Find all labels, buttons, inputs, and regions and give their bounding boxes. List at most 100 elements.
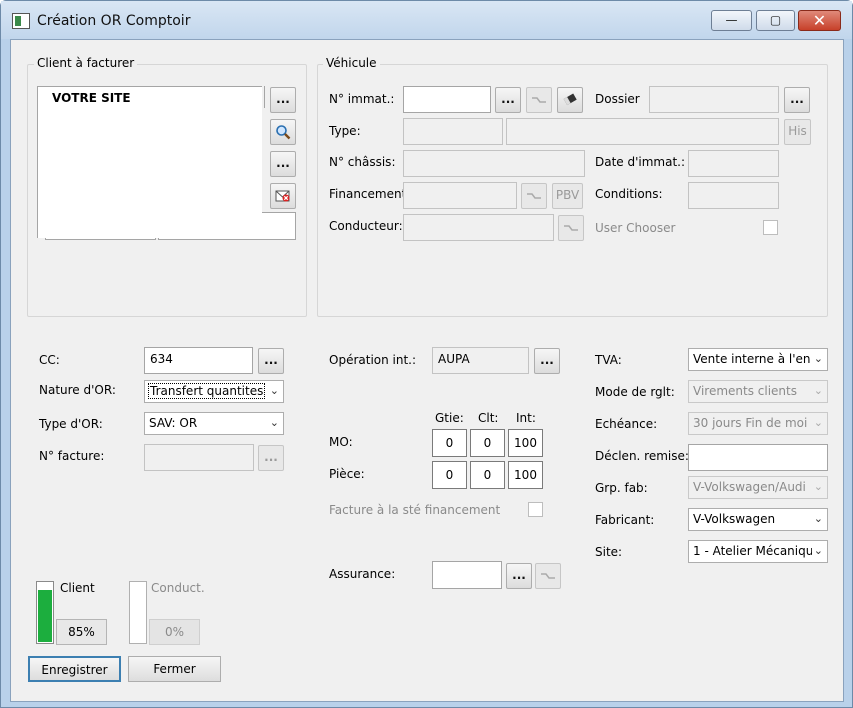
operation-input: AUPA: [432, 347, 529, 374]
col-clt-label: Clt:: [478, 411, 499, 425]
close-dialog-button[interactable]: Fermer: [128, 656, 221, 682]
assurance-more-button[interactable]: ...: [506, 563, 532, 589]
operation-more-button[interactable]: ...: [534, 348, 560, 374]
vehicule-group-legend: Véhicule: [323, 56, 380, 70]
type-desc-input: [506, 118, 779, 145]
chevron-down-icon: ⌄: [811, 480, 823, 493]
mo-int-input[interactable]: 100: [508, 429, 543, 457]
pbv-button: PBV: [552, 183, 583, 209]
dossier-input: [649, 86, 779, 113]
facture-fin-checkbox[interactable]: [528, 502, 543, 517]
save-button[interactable]: Enregistrer: [28, 656, 121, 682]
grp-select: V-Volkswagen/Audi ⌄: [688, 476, 828, 499]
dialog-body: Client à facturer VOTRE SITE ... ... Véh…: [10, 39, 844, 702]
nature-label: Nature d'OR:: [39, 383, 116, 397]
app-icon: [12, 13, 30, 29]
facture-more-button: ...: [258, 445, 284, 471]
financement-link-button: [521, 183, 547, 209]
type-or-select[interactable]: SAV: OR ⌄: [144, 412, 284, 435]
assurance-input[interactable]: [432, 561, 502, 589]
conducteur-link-button: [558, 215, 584, 241]
fabricant-select[interactable]: V-Volkswagen ⌄: [688, 508, 828, 531]
window-title: Création OR Comptoir: [37, 13, 191, 29]
chevron-down-icon: ⌄: [811, 352, 823, 365]
declen-label: Déclen. remise:: [595, 449, 689, 463]
title-bar: Création OR Comptoir — ▢ ✕: [1, 1, 852, 39]
mo-gtie-input[interactable]: 0: [432, 429, 467, 457]
mode-label: Mode de rglt:: [595, 385, 675, 399]
piece-clt-input[interactable]: 0: [470, 461, 505, 489]
client-gauge-percent: 85%: [56, 619, 107, 645]
mode-select: Virements clients ⌄: [688, 380, 828, 403]
echeance-label: Echéance:: [595, 417, 658, 431]
chevron-down-icon: ⌄: [811, 416, 823, 429]
conduct-gauge-label: Conduct.: [151, 581, 205, 595]
nature-select[interactable]: Transfert quantites ⌄: [144, 380, 284, 403]
col-int-label: Int:: [516, 411, 536, 425]
type-code-input: [403, 118, 503, 145]
link-icon: [564, 224, 578, 231]
chevron-down-icon: ⌄: [269, 384, 279, 397]
client-more-button-2[interactable]: ...: [270, 151, 296, 177]
nature-value: Transfert quantites: [147, 383, 266, 399]
piece-int-input[interactable]: 100: [508, 461, 543, 489]
tva-label: TVA:: [595, 353, 622, 367]
tva-value: Vente interne à l'en: [693, 352, 811, 366]
echeance-value: 30 jours Fin de moi: [693, 416, 808, 430]
client-delete-button[interactable]: [270, 183, 296, 209]
link-icon: [527, 192, 541, 199]
fabricant-value: V-Volkswagen: [693, 512, 776, 526]
assurance-label: Assurance:: [329, 567, 396, 581]
col-gtie-label: Gtie:: [435, 411, 464, 425]
site-select[interactable]: 1 - Atelier Mécaniqu ⌄: [688, 540, 828, 563]
his-button: His: [784, 119, 811, 145]
client-gauge-fill: [38, 590, 52, 642]
window-frame: Création OR Comptoir — ▢ ✕ Client à fact…: [0, 0, 853, 708]
type-or-label: Type d'OR:: [39, 417, 103, 431]
dossier-more-button[interactable]: ...: [784, 87, 810, 113]
cc-label: CC:: [39, 353, 60, 367]
mo-label: MO:: [329, 435, 353, 449]
facture-label: N° facture:: [39, 449, 105, 463]
fabricant-label: Fabricant:: [595, 513, 655, 527]
envelope-delete-icon: [275, 190, 290, 201]
link-icon: [541, 572, 555, 579]
mo-clt-input[interactable]: 0: [470, 429, 505, 457]
client-address-box[interactable]: VOTRE SITE: [37, 86, 262, 238]
conditions-label: Conditions:: [595, 187, 663, 201]
immat-tag-button[interactable]: [557, 87, 583, 113]
cc-more-button[interactable]: ...: [258, 348, 284, 374]
declen-input[interactable]: [688, 444, 828, 471]
maximize-icon: ▢: [769, 13, 782, 27]
financement-label: Financement: [329, 187, 407, 201]
client-gauge-label: Client: [60, 581, 95, 595]
site-value: 1 - Atelier Mécaniqu: [693, 544, 814, 558]
maximize-button[interactable]: ▢: [756, 10, 795, 31]
close-icon: ✕: [812, 11, 827, 30]
piece-gtie-input[interactable]: 0: [432, 461, 467, 489]
chevron-down-icon: ⌄: [811, 384, 823, 397]
user-chooser-checkbox[interactable]: [763, 220, 778, 235]
conditions-input: [688, 182, 779, 209]
piece-label: Pièce:: [329, 467, 365, 481]
immat-input[interactable]: [403, 86, 491, 113]
cc-input[interactable]: 634: [144, 347, 253, 374]
echeance-select: 30 jours Fin de moi ⌄: [688, 412, 828, 435]
tva-select[interactable]: Vente interne à l'en ⌄: [688, 348, 828, 371]
client-name: VOTRE SITE: [52, 91, 131, 105]
close-button[interactable]: ✕: [798, 10, 841, 31]
conduct-gauge: [129, 581, 147, 644]
chassis-input: [403, 150, 585, 177]
mode-value: Virements clients: [693, 384, 797, 398]
chevron-down-icon: ⌄: [813, 512, 823, 525]
date-immat-label: Date d'immat.:: [595, 155, 686, 169]
facture-input: [144, 444, 254, 471]
conduct-gauge-percent: 0%: [149, 619, 200, 645]
minimize-icon: —: [725, 13, 738, 27]
client-search-button[interactable]: [270, 119, 296, 145]
magnifier-icon: [276, 124, 291, 139]
client-more-button[interactable]: ...: [270, 87, 296, 113]
immat-more-button[interactable]: ...: [495, 87, 521, 113]
minimize-button[interactable]: —: [711, 10, 752, 31]
facture-fin-label: Facture à la sté financement: [329, 503, 501, 517]
